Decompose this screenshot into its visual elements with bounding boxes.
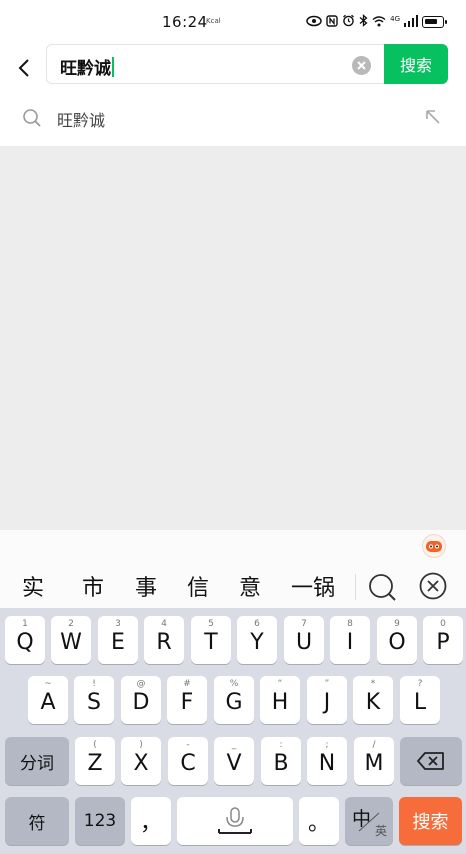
language-switch-key[interactable]: 中 英 [345,797,393,845]
eye-icon [306,15,322,30]
text-caret [112,57,114,77]
language-sub-label: 英 [374,824,387,838]
search-icon[interactable] [366,571,398,603]
key-i[interactable]: 8I [330,616,370,664]
candidate-item[interactable]: 市 [82,570,104,602]
alarm-icon [342,14,355,30]
search-button[interactable]: 搜索 [384,44,448,84]
network-type: 4G [390,15,400,23]
key-j[interactable]: ” J [307,676,347,724]
number-key[interactable]: 123 [75,797,125,845]
divider [355,574,356,600]
key-b[interactable]: :B [261,737,301,785]
candidate-bar: 实 市 事 信 意 一锅 [0,530,466,608]
key-y[interactable]: 6Y [237,616,277,664]
keyboard: 1Q 2W 3E 4R 5T 6Y 7U 8I 9O 0P ~ A ! S @ D #… [0,608,466,854]
status-time-sub: Kcal [206,17,221,25]
segment-key[interactable]: 分词 [5,737,69,785]
suggestion-item[interactable]: 旺黔诚 [0,96,466,142]
close-icon[interactable] [418,571,448,601]
microphone-icon [218,807,252,834]
key-r[interactable]: 4R [144,616,184,664]
status-icons: 4G [306,14,447,30]
key-z[interactable]: (Z [75,737,115,785]
search-header: 旺黔诚 搜索 [0,44,466,92]
candidate-item[interactable]: 信 [187,570,209,602]
back-button[interactable] [10,50,38,86]
signal-icon [404,14,418,30]
close-icon [357,61,366,70]
key-f[interactable]: # F [167,676,207,724]
backspace-icon [417,752,444,770]
search-icon [23,109,41,127]
key-o[interactable]: 9O [377,616,417,664]
search-page: 16:24 Kcal 4G 旺黔诚 搜索 旺黔诚 实 市 事 信 意 一锅 1 … [0,0,466,854]
wifi-icon [372,15,386,30]
suggestion-text: 旺黔诚 [57,111,106,130]
key-w[interactable]: 2W [51,616,91,664]
comma-key[interactable]: ， [131,797,171,845]
period-key[interactable]: 。 [299,797,339,845]
key-x[interactable]: ) X [121,737,161,785]
status-time: 16:24 [162,13,208,31]
clear-input-button[interactable] [352,56,371,75]
symbol-key[interactable]: 符 [5,797,69,845]
chevron-left-icon [18,59,29,77]
key-c[interactable]: -C [168,737,208,785]
status-bar: 16:24 Kcal 4G [0,0,466,44]
key-g[interactable]: % G [214,676,254,724]
ime-assistant-icon[interactable] [422,534,446,558]
space-voice-key[interactable] [177,797,293,845]
key-p[interactable]: 0P [423,616,463,664]
key-e[interactable]: 3E [98,616,138,664]
key-n[interactable]: ; N [307,737,347,785]
search-query: 旺黔诚 [60,54,114,79]
nfc-icon [326,14,338,30]
key-u[interactable]: 7U [284,616,324,664]
key-k[interactable]: * K [353,676,393,724]
arrow-up-left-icon[interactable] [424,108,442,126]
key-d[interactable]: @ D [121,676,161,724]
key-m[interactable]: / M [354,737,394,785]
key-t[interactable]: 5T [191,616,231,664]
bluetooth-icon [359,14,368,30]
battery-icon [422,16,447,28]
key-q[interactable]: 1Q [5,616,45,664]
key-a[interactable]: ~ A [28,676,68,724]
key-h[interactable]: “H [260,676,300,724]
search-input[interactable]: 旺黔诚 [46,44,386,84]
backspace-key[interactable] [400,737,462,785]
key-s[interactable]: ! S [74,676,114,724]
key-l[interactable]: ? L [400,676,440,724]
candidate-item[interactable]: 一锅 [291,570,335,602]
results-area [0,146,466,530]
key-v[interactable]: _ V [214,737,254,785]
enter-search-key[interactable]: 搜索 [399,797,462,845]
candidate-item[interactable]: 意 [239,570,261,602]
candidate-item[interactable]: 实 [22,570,44,602]
candidate-item[interactable]: 事 [135,570,157,602]
